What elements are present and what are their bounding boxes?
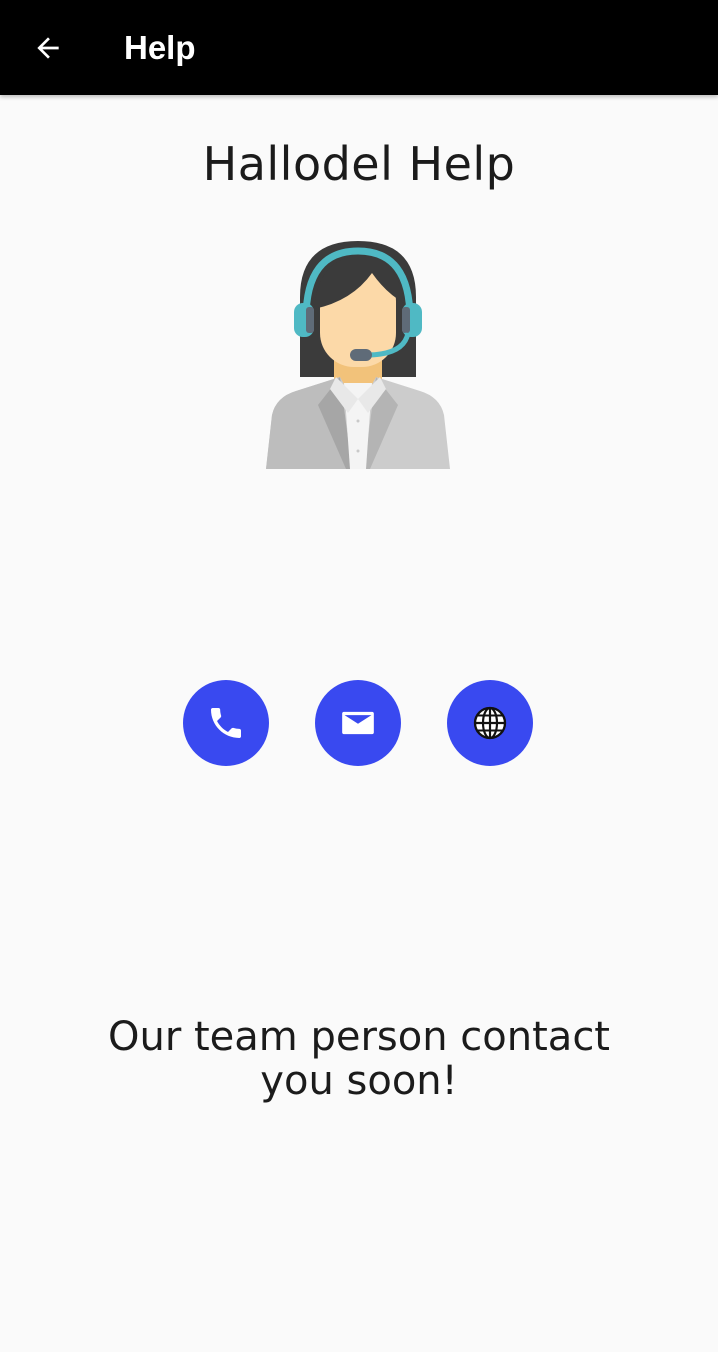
support-agent-illustration	[266, 241, 450, 469]
app-bar: Help	[0, 0, 718, 95]
contact-actions	[0, 680, 718, 766]
email-button[interactable]	[315, 680, 401, 766]
call-button[interactable]	[183, 680, 269, 766]
mail-icon	[342, 711, 374, 735]
help-content: Hallodel Help Our team person contact yo…	[0, 95, 718, 1352]
back-button[interactable]	[20, 20, 76, 76]
contact-message: Our team person contact you soon!	[0, 1015, 718, 1103]
contact-message-line-2: you soon!	[260, 1058, 458, 1104]
arrow-left-icon	[37, 37, 59, 59]
website-button[interactable]	[447, 680, 533, 766]
app-bar-title: Help	[124, 29, 196, 66]
page-title: Hallodel Help	[202, 137, 516, 191]
phone-icon	[211, 708, 241, 738]
globe-icon	[473, 706, 507, 740]
contact-message-line-1: Our team person contact	[108, 1014, 610, 1060]
